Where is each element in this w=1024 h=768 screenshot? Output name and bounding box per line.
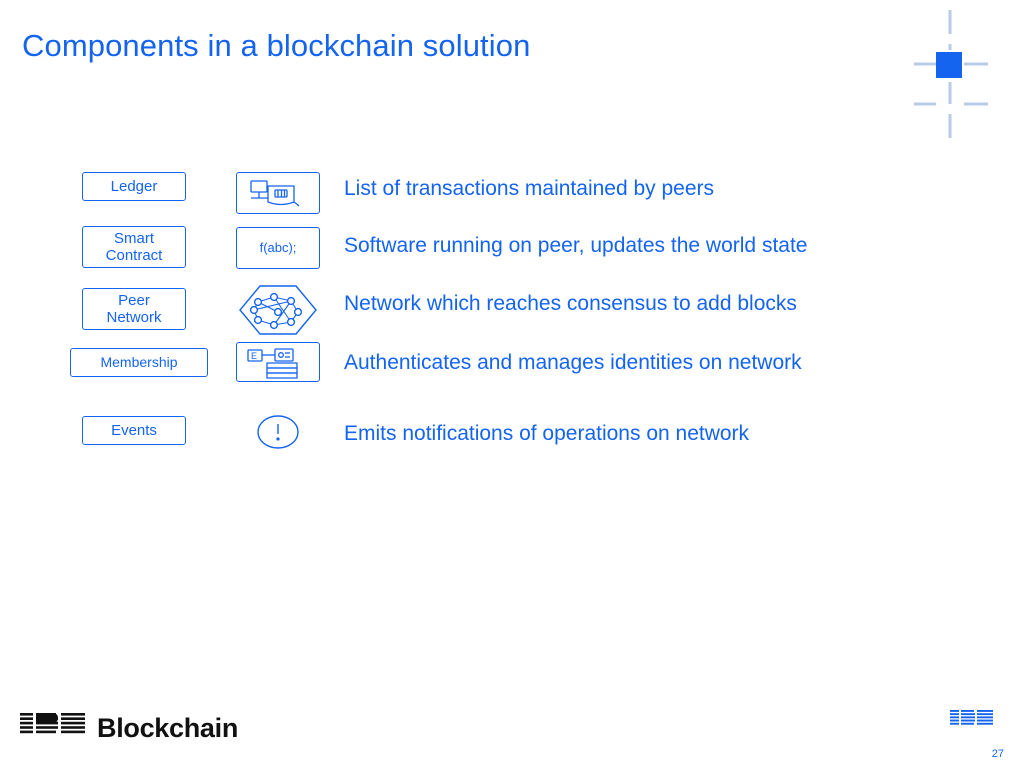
components-list: Ledger List of transactions maintained b… (0, 168, 1024, 456)
component-row-ledger: Ledger List of transactions maintained b… (0, 168, 1024, 222)
page-title: Components in a blockchain solution (22, 28, 531, 63)
code-function-icon: f(abc); (236, 227, 320, 269)
component-label-events[interactable]: Events (82, 416, 186, 445)
component-description-peer-network: Network which reaches consensus to add b… (344, 292, 797, 315)
ibm-corner-decoration-icon (892, 8, 1002, 148)
component-description-ledger: List of transactions maintained by peers (344, 177, 715, 200)
exclamation-alert-icon (236, 412, 320, 456)
component-description-events: Emits notifications of operations on net… (344, 422, 750, 445)
component-label-peer-network[interactable]: Peer Network (82, 288, 186, 330)
component-row-peer-network: Peer Network Network which reaches conse… (0, 280, 1024, 340)
ibm-mark-bottom-right-icon (950, 710, 993, 725)
component-description-membership: Authenticates and manages identities on … (344, 351, 802, 374)
membership-identity-cards-icon: E (236, 342, 320, 382)
component-label-membership[interactable]: Membership (70, 348, 208, 377)
ledger-document-icon (236, 172, 320, 214)
component-label-ledger[interactable]: Ledger (82, 172, 186, 201)
ibm-blockchain-logo: Blockchain (20, 711, 238, 744)
code-function-text: f(abc); (259, 240, 297, 255)
component-description-smart-contract: Software running on peer, updates the wo… (344, 234, 808, 257)
svg-text:E: E (251, 351, 257, 361)
ibm-wordmark-icon (20, 713, 85, 734)
component-row-membership: Membership E Authenticates and manages i (0, 340, 1024, 398)
component-row-events: Events Emits notifications of operations… (0, 398, 1024, 456)
component-row-smart-contract: Smart Contract f(abc); Software running … (0, 222, 1024, 280)
component-label-smart-contract[interactable]: Smart Contract (82, 226, 186, 268)
page-number: 27 (991, 748, 1004, 760)
peer-network-hexagon-icon (236, 282, 320, 338)
brand-name: Blockchain (97, 713, 239, 743)
